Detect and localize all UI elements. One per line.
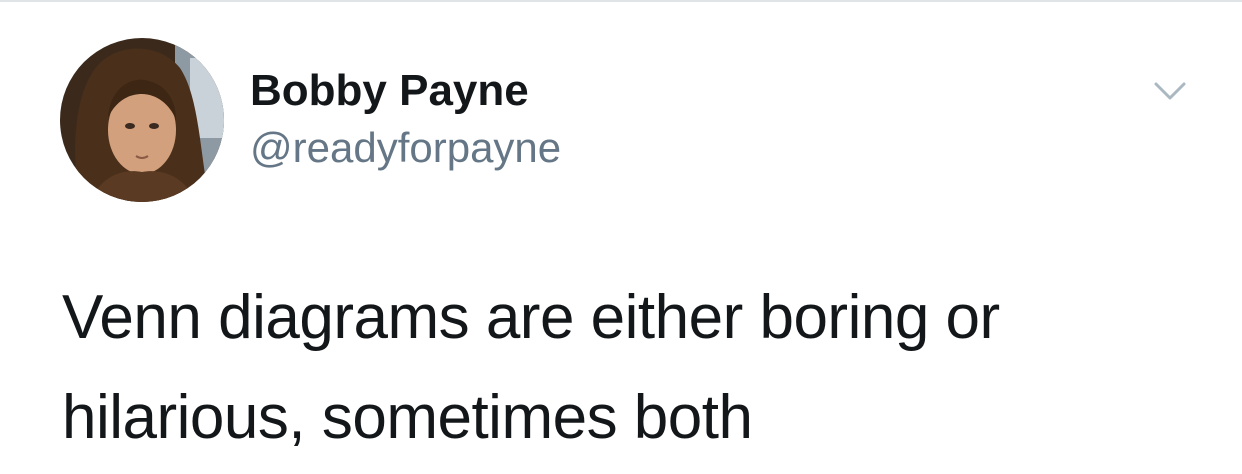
tweet-card: Bobby Payne @readyforpayne Venn diagrams…	[0, 0, 1242, 474]
avatar-photo-icon	[60, 38, 224, 202]
top-divider	[0, 0, 1242, 2]
tweet-text: Venn diagrams are either boring or hilar…	[62, 283, 1000, 452]
author-handle[interactable]: @readyforpayne	[250, 124, 561, 172]
author-display-name[interactable]: Bobby Payne	[250, 66, 529, 116]
chevron-down-icon[interactable]	[1150, 76, 1190, 106]
avatar[interactable]	[60, 38, 224, 202]
